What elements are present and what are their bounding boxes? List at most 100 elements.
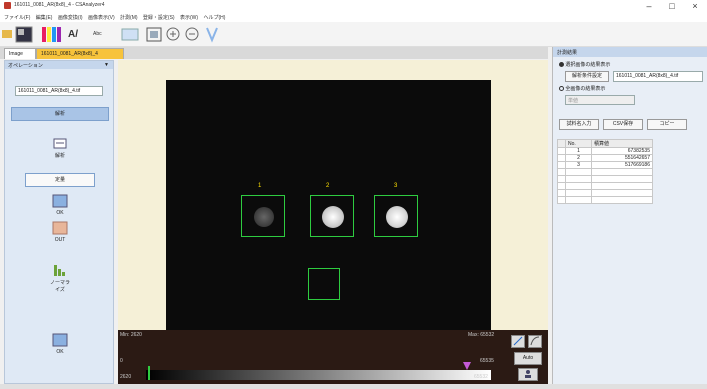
ok-arrow-icon <box>52 333 68 347</box>
histogram-left-value: 0 <box>120 358 123 364</box>
menu-image-convert[interactable]: 画像変換(I) <box>58 14 83 21</box>
image-viewer: 1 2 3 Min: 2620 Max: 65532 0 65535 2620 … <box>118 60 548 384</box>
roi-label-2: 2 <box>326 183 330 189</box>
row-header-cell <box>557 147 566 155</box>
abc-tool-icon[interactable]: Abc <box>93 25 115 44</box>
analyze-button[interactable]: 解析 <box>11 107 109 121</box>
results-table[interactable]: No. 積算値 1 67382535 2 551642657 3 5176691… <box>557 139 654 204</box>
auto-button[interactable]: Auto <box>514 352 542 365</box>
operation-panel: オペレーション ▼ 161011_0081_AR(8x8)_4.tif 解析 解… <box>4 60 114 384</box>
cell-no: 2 <box>565 154 592 162</box>
tab-file[interactable]: 161011_0081_AR(8x8)_4 <box>36 48 124 59</box>
text-tool-icon[interactable]: A/ <box>68 25 88 44</box>
fit-window-icon[interactable] <box>146 25 162 44</box>
window-title: 161011_0081_AR(8x8)_4 - CSAnalyzer4 <box>14 2 105 8</box>
column-integrated-value: 積算値 <box>590 139 654 148</box>
table-row[interactable]: 2 551642657 <box>557 154 654 162</box>
normalize-tool-label: ノーマライズ <box>49 280 70 293</box>
min-slider-handle[interactable] <box>148 366 150 380</box>
table-row[interactable]: 3 517669186 <box>557 161 654 169</box>
menu-file[interactable]: ファイル(F) <box>4 14 30 21</box>
panel-pin-icon[interactable]: ▼ <box>104 62 109 68</box>
grid-view-icon[interactable] <box>120 25 140 44</box>
histogram-right-value: 65535 <box>480 358 494 364</box>
menu-image-view[interactable]: 画像表示(V) <box>88 14 115 21</box>
table-row-empty[interactable] <box>557 182 654 190</box>
bottom-ok-tool[interactable]: OK <box>49 333 71 355</box>
zoom-out-icon[interactable] <box>185 25 199 44</box>
menu-bar: ファイル(F) 編集(E) 画像変換(I) 画像表示(V) 計測(M) 登録・設… <box>0 12 707 22</box>
menu-register[interactable]: 登録・設定(S) <box>143 14 175 21</box>
column-no: No. <box>565 139 592 148</box>
histogram-settings-button[interactable] <box>518 368 538 381</box>
close-button[interactable]: × <box>686 1 704 11</box>
sample-name-button[interactable]: 試料名入力 <box>559 119 599 130</box>
zoom-in-icon[interactable] <box>166 25 180 44</box>
analysis-settings-button[interactable]: 解析条件設定 <box>565 71 609 82</box>
histogram-bottom-right: 65532 <box>474 374 488 380</box>
image-canvas[interactable]: 1 2 3 <box>166 80 491 330</box>
operation-panel-title: オペレーション <box>8 63 43 69</box>
gradient-bar <box>146 370 491 380</box>
table-row-empty[interactable] <box>557 175 654 183</box>
normalize-tool[interactable]: ノーマライズ <box>49 261 71 293</box>
document-tabs: Image 161011_0081_AR(8x8)_4 <box>0 47 548 59</box>
radio-selected-label: 選択画像の結果表示 <box>565 62 611 68</box>
quant-tab[interactable]: 定量 <box>25 173 95 187</box>
out-tool[interactable]: OUT <box>49 221 71 243</box>
image-view-icon[interactable] <box>14 25 36 44</box>
result-file-value: 161011_0081_AR(8x8)_4.tif <box>616 73 679 79</box>
menu-help[interactable]: ヘルプ(H) <box>203 14 225 21</box>
minimize-button[interactable]: – <box>640 1 658 11</box>
menu-measure[interactable]: 計測(M) <box>120 14 138 21</box>
result-file-combo[interactable]: 161011_0081_AR(8x8)_4.tif <box>613 71 703 82</box>
unit-combo[interactable]: 単値 <box>565 95 635 105</box>
gamma-curve-icon <box>530 336 540 346</box>
title-bar: 161011_0081_AR(8x8)_4 - CSAnalyzer4 – □ … <box>0 0 707 12</box>
file-select-value: 161011_0081_AR(8x8)_4.tif <box>18 88 81 94</box>
max-slider-handle[interactable] <box>463 362 471 370</box>
analyze-tool-label: 解析 <box>54 153 65 159</box>
measurement-panel: 計測結果 選択画像の結果表示 解析条件設定 161011_0081_AR(8x8… <box>552 47 707 384</box>
roi-box-1[interactable] <box>241 195 285 237</box>
histogram-panel: Min: 2620 Max: 65532 0 65535 2620 65532 … <box>118 330 548 384</box>
csv-save-button[interactable]: CSV保存 <box>603 119 643 130</box>
app-icon <box>4 2 11 9</box>
menu-view[interactable]: 表示(W) <box>180 14 198 21</box>
menu-edit[interactable]: 編集(E) <box>36 14 53 21</box>
curve-gamma-button[interactable] <box>528 335 542 348</box>
tab-image[interactable]: Image <box>4 48 36 59</box>
analyze-tool[interactable]: 解析 <box>49 136 71 159</box>
file-select-combo[interactable]: 161011_0081_AR(8x8)_4.tif <box>15 86 103 96</box>
out-box-icon <box>52 221 68 235</box>
bar-chart-icon <box>54 265 65 276</box>
open-folder-icon[interactable] <box>2 25 12 44</box>
roi-box-2[interactable] <box>310 195 354 237</box>
roi-label-3: 3 <box>394 183 398 189</box>
table-header-row: No. 積算値 <box>557 139 654 148</box>
maximize-button[interactable]: □ <box>663 1 681 11</box>
cell-value: 551642657 <box>590 154 654 162</box>
curve-tool-icon[interactable] <box>204 25 220 44</box>
roi-box-background[interactable] <box>308 268 340 300</box>
table-row[interactable]: 1 67382535 <box>557 147 654 155</box>
table-row-empty[interactable] <box>557 189 654 197</box>
color-bars-icon[interactable] <box>40 25 64 44</box>
cell-no: 1 <box>565 147 592 155</box>
copy-button[interactable]: コピー <box>647 119 687 130</box>
roi-box-3[interactable] <box>374 195 418 237</box>
table-row-empty[interactable] <box>557 168 654 176</box>
operation-panel-header: オペレーション ▼ <box>5 61 113 69</box>
ok-tool[interactable]: OK <box>49 194 71 216</box>
radio-all-images[interactable]: 全画像の結果表示 <box>559 85 605 92</box>
roi-label-1: 1 <box>258 183 262 189</box>
auto-button-label: Auto <box>522 355 534 361</box>
radio-selected-image[interactable]: 選択画像の結果表示 <box>559 61 610 68</box>
measurement-panel-title: 計測結果 <box>553 47 707 57</box>
curve-linear-button[interactable] <box>511 335 525 348</box>
radio-all-label: 全画像の結果表示 <box>565 86 606 92</box>
radio-selected-dot <box>559 62 564 68</box>
table-row-empty[interactable] <box>557 196 654 204</box>
tab-file-label: 161011_0081_AR(8x8)_4 <box>41 51 98 57</box>
person-icon <box>525 370 531 378</box>
